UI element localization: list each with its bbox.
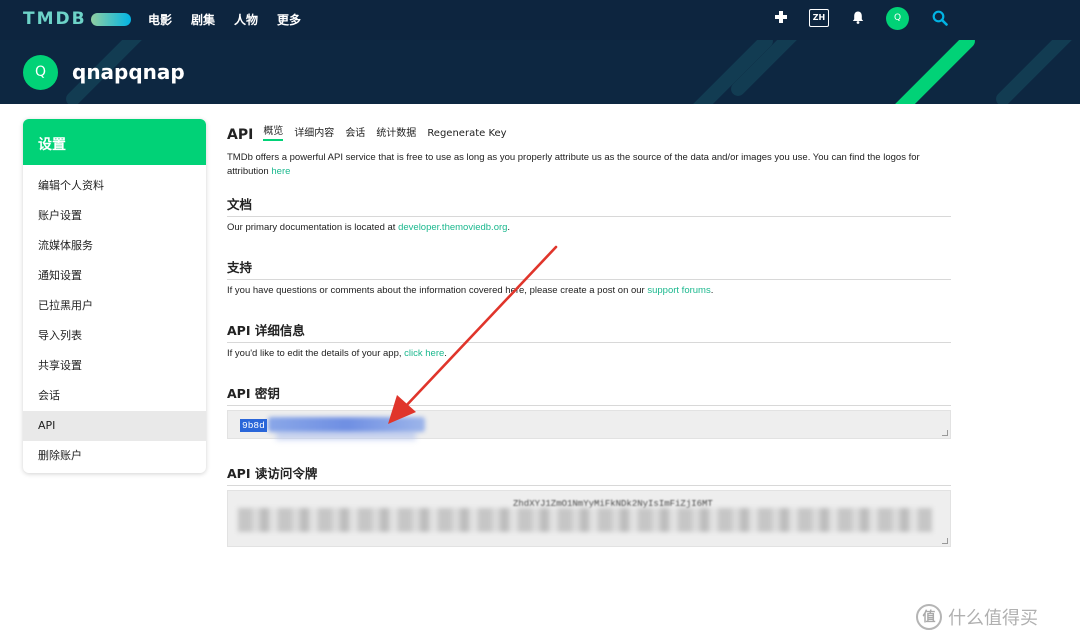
- search-icon[interactable]: [932, 10, 948, 26]
- sidebar-item-sessions[interactable]: 会话: [23, 381, 206, 411]
- click-here-link[interactable]: click here: [404, 348, 444, 359]
- access-token-textarea[interactable]: ZhdXYJ1ZmO1NmYyMiFkNDk2NyIsImFiZjI6MT: [227, 490, 951, 547]
- sidebar-item-import-list[interactable]: 导入列表: [23, 321, 206, 351]
- nav-movies[interactable]: 电影: [148, 11, 172, 28]
- support-forums-link[interactable]: support forums: [647, 285, 710, 296]
- support-paragraph: If you have questions or comments about …: [227, 285, 713, 296]
- top-navbar: TMDB 电影 剧集 人物 更多 ZH Q: [0, 0, 1080, 40]
- intro-paragraph: TMDb offers a powerful API service that …: [227, 151, 951, 179]
- nav-tv[interactable]: 剧集: [191, 11, 215, 28]
- support-period: .: [710, 285, 714, 296]
- sidebar-list: 编辑个人资料 账户设置 流媒体服务 通知设置 已拉黑用户 导入列表 共享设置 会…: [23, 165, 206, 471]
- tab-overview[interactable]: 概览: [263, 122, 284, 141]
- redaction-blur: [238, 508, 932, 532]
- docs-link[interactable]: developer.themoviedb.org: [398, 222, 507, 233]
- watermark-logo-icon: 值: [916, 604, 942, 630]
- details-period: .: [444, 348, 447, 359]
- support-text: If you have questions or comments about …: [227, 285, 645, 296]
- nav-more[interactable]: 更多: [277, 11, 301, 28]
- sidebar-item-account-settings[interactable]: 账户设置: [23, 201, 206, 231]
- details-heading: API 详细信息: [227, 320, 951, 343]
- tab-details[interactable]: 详细内容: [294, 124, 334, 141]
- sidebar-item-blocked-users[interactable]: 已拉黑用户: [23, 291, 206, 321]
- tab-sessions[interactable]: 会话: [345, 124, 365, 141]
- sidebar-item-streaming-services[interactable]: 流媒体服务: [23, 231, 206, 261]
- api-key-textarea[interactable]: 9b8d: [227, 410, 951, 440]
- support-heading: 支持: [227, 257, 951, 280]
- api-content: API 概览 详细内容 会话 统计数据 Regenerate Key TMDb …: [227, 119, 951, 547]
- token-heading: API 读访问令牌: [227, 463, 951, 486]
- watermark-text: 什么值得买: [948, 608, 1038, 629]
- sidebar-item-api[interactable]: API: [23, 411, 206, 441]
- docs-period: .: [507, 222, 511, 233]
- docs-heading: 文档: [227, 194, 951, 217]
- tab-statistics[interactable]: 统计数据: [376, 124, 416, 141]
- main-nav: 电影 剧集 人物 更多: [148, 11, 320, 28]
- api-tabs: API 概览 详细内容 会话 统计数据 Regenerate Key: [227, 119, 951, 143]
- sidebar-item-edit-profile[interactable]: 编辑个人资料: [23, 171, 206, 201]
- add-icon[interactable]: [774, 10, 788, 24]
- resize-handle-icon[interactable]: [942, 538, 948, 544]
- api-key-heading: API 密钥: [227, 383, 951, 406]
- profile-username[interactable]: qnapqnap: [72, 60, 185, 84]
- profile-header: Q qnapqnap: [0, 40, 1080, 104]
- details-text: If you'd like to edit the details of you…: [227, 348, 402, 359]
- settings-sidebar: 设置 编辑个人资料 账户设置 流媒体服务 通知设置 已拉黑用户 导入列表 共享设…: [23, 119, 206, 473]
- details-paragraph: If you'd like to edit the details of you…: [227, 348, 447, 359]
- sidebar-item-delete-account[interactable]: 删除账户: [23, 441, 206, 471]
- intro-text: TMDb offers a powerful API service that …: [227, 152, 920, 177]
- decor-stripe: [993, 40, 1080, 104]
- sidebar-item-sharing[interactable]: 共享设置: [23, 351, 206, 381]
- user-avatar-button[interactable]: Q: [886, 7, 909, 30]
- bell-icon[interactable]: [852, 11, 864, 24]
- tab-regenerate-key[interactable]: Regenerate Key: [427, 128, 506, 141]
- logo-text: TMDB: [23, 9, 87, 29]
- resize-handle-icon[interactable]: [942, 430, 948, 436]
- watermark: 值 什么值得买: [916, 603, 1038, 631]
- profile-avatar[interactable]: Q: [23, 55, 58, 90]
- logo-pill-icon: [90, 12, 131, 26]
- api-key-value[interactable]: 9b8d: [240, 419, 267, 432]
- docs-paragraph: Our primary documentation is located at …: [227, 222, 510, 233]
- docs-text: Our primary documentation is located at: [227, 222, 396, 233]
- language-button[interactable]: ZH: [809, 9, 829, 27]
- page-title: API: [227, 127, 254, 143]
- tmdb-logo[interactable]: TMDB: [23, 9, 131, 29]
- redaction-blur: [268, 417, 425, 432]
- sidebar-header: 设置: [23, 119, 206, 165]
- decor-stripe-green: [890, 40, 978, 104]
- attribution-link[interactable]: here: [271, 166, 290, 177]
- sidebar-item-notifications[interactable]: 通知设置: [23, 261, 206, 291]
- nav-people[interactable]: 人物: [234, 11, 258, 28]
